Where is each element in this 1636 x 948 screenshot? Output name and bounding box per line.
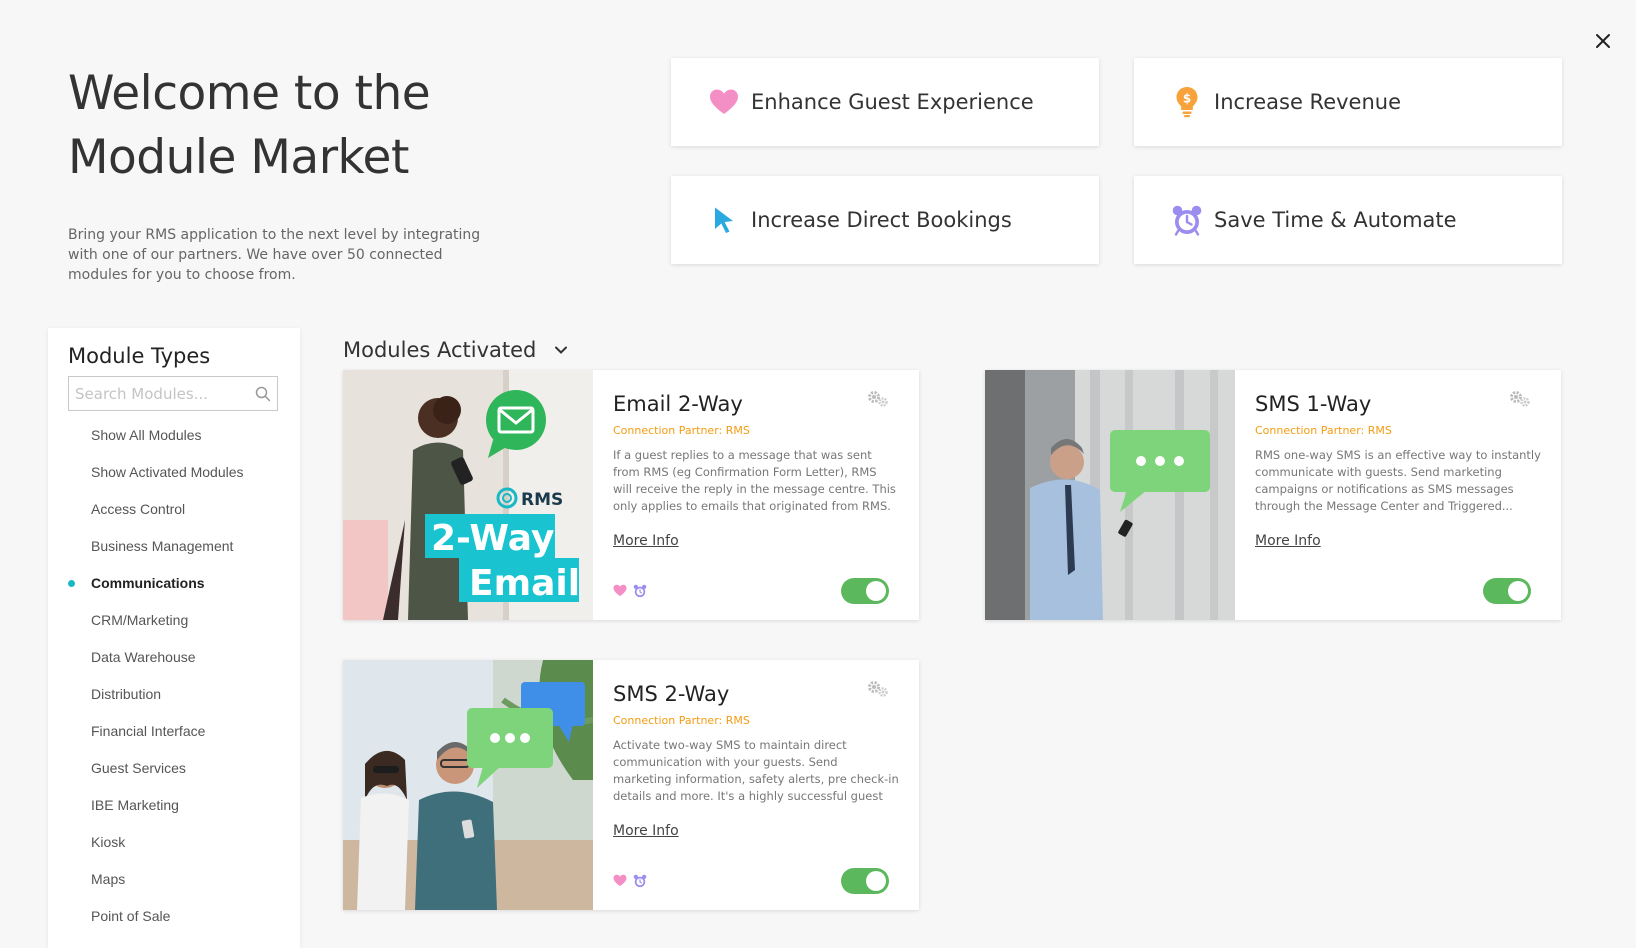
module-type-access-control[interactable]: Access Control (68, 497, 280, 534)
module-card-sms-2-way: SMS 2-Way Connection Partner: RMS Activa… (343, 660, 919, 910)
image-headline-line2: Email (469, 563, 580, 604)
goal-card-increase-revenue[interactable]: $ Increase Revenue (1134, 58, 1562, 146)
module-type-business-management[interactable]: Business Management (68, 534, 280, 571)
more-info-link[interactable]: More Info (1255, 533, 1321, 549)
module-type-show-activated[interactable]: Show Activated Modules (68, 460, 280, 497)
module-description: If a guest replies to a message that was… (613, 448, 896, 513)
toggle-knob (866, 581, 886, 601)
module-type-show-all[interactable]: Show All Modules (68, 423, 280, 460)
module-type-data-warehouse[interactable]: Data Warehouse (68, 645, 280, 682)
search-input[interactable] (75, 384, 245, 403)
module-types-sidebar: Module Types Show All Modules Show Activ… (48, 328, 300, 948)
activation-toggle[interactable] (1483, 578, 1531, 604)
module-type-label: Show Activated Modules (91, 464, 244, 480)
module-body: SMS 1-Way Connection Partner: RMS RMS on… (1235, 370, 1561, 620)
module-type-maps[interactable]: Maps (68, 867, 280, 904)
settings-gear-icon[interactable] (867, 390, 889, 408)
module-title: SMS 1-Way (1255, 392, 1372, 416)
page-title: Welcome to the Module Market (68, 62, 628, 190)
module-type-label: Business Management (91, 538, 234, 554)
module-partner: Connection Partner: RMS (1255, 424, 1392, 437)
goal-label: Enhance Guest Experience (751, 90, 1034, 114)
module-title: SMS 2-Way (613, 682, 730, 706)
goal-card-save-time-automate[interactable]: Save Time & Automate (1134, 176, 1562, 264)
search-box (68, 376, 278, 411)
page-title-line1: Welcome to the (68, 66, 431, 121)
heart-icon (613, 584, 627, 597)
module-description: RMS one-way SMS is an effective way to i… (1255, 448, 1541, 513)
module-body: SMS 2-Way Connection Partner: RMS Activa… (593, 660, 919, 910)
activation-toggle[interactable] (841, 868, 889, 894)
module-type-label: Maps (91, 871, 126, 887)
module-type-label: Show All Modules (91, 427, 202, 443)
module-image: RMS 2-Way Email (343, 370, 593, 620)
goal-label: Increase Direct Bookings (751, 208, 1012, 232)
toggle-knob (1508, 581, 1528, 601)
heart-icon (707, 85, 741, 119)
module-type-label: CRM/Marketing (91, 612, 189, 628)
module-tags (613, 584, 647, 598)
image-headline-line1: 2-Way (431, 518, 554, 559)
heart-icon (613, 874, 627, 887)
section-title: Modules Activated (343, 338, 537, 362)
module-title: Email 2-Way (613, 392, 743, 416)
goal-label: Increase Revenue (1214, 90, 1402, 114)
module-type-label: Data Warehouse (91, 649, 196, 665)
search-icon[interactable] (255, 386, 271, 402)
module-image (343, 660, 593, 910)
module-type-label: IBE Marketing (91, 797, 179, 813)
close-icon (1596, 34, 1610, 48)
image-brand-text: RMS (521, 490, 563, 510)
module-type-label: Access Control (91, 501, 186, 517)
sidebar-title: Module Types (68, 344, 211, 368)
module-type-label: Kiosk (91, 834, 126, 850)
module-body: Email 2-Way Connection Partner: RMS If a… (593, 370, 919, 620)
module-type-label: Point of Sale (91, 908, 171, 924)
module-type-label: Distribution (91, 686, 162, 702)
page-description: Bring your RMS application to the next l… (68, 227, 481, 283)
settings-gear-icon[interactable] (867, 680, 889, 698)
settings-gear-icon[interactable] (1509, 390, 1531, 408)
module-type-kiosk[interactable]: Kiosk (68, 830, 280, 867)
more-info-link[interactable]: More Info (613, 533, 679, 549)
close-button[interactable] (1590, 28, 1616, 54)
alarm-clock-icon (633, 584, 647, 598)
goal-card-enhance-guest-experience[interactable]: Enhance Guest Experience (671, 58, 1099, 146)
module-type-crm-marketing[interactable]: CRM/Marketing (68, 608, 280, 645)
module-type-financial-interface[interactable]: Financial Interface (68, 719, 280, 756)
goal-card-increase-direct-bookings[interactable]: Increase Direct Bookings (671, 176, 1099, 264)
module-type-communications[interactable]: Communications (68, 571, 280, 608)
chevron-down-icon (554, 345, 568, 355)
module-card-sms-1-way: SMS 1-Way Connection Partner: RMS RMS on… (985, 370, 1561, 620)
module-partner: Connection Partner: RMS (613, 714, 750, 727)
module-type-list: Show All Modules Show Activated Modules … (68, 423, 280, 941)
module-type-label: Communications (91, 575, 205, 591)
module-card-email-2-way: RMS 2-Way Email Email 2-Way Connection P… (343, 370, 919, 620)
module-type-ibe-marketing[interactable]: IBE Marketing (68, 793, 280, 830)
module-type-point-of-sale[interactable]: Point of Sale (68, 904, 280, 941)
module-partner: Connection Partner: RMS (613, 424, 750, 437)
alarm-clock-icon (1170, 203, 1204, 237)
module-type-label: Financial Interface (91, 723, 206, 739)
module-tags (613, 874, 647, 888)
module-description: Activate two-way SMS to maintain direct … (613, 738, 899, 803)
lightbulb-icon: $ (1170, 85, 1204, 119)
modules-activated-dropdown[interactable]: Modules Activated (343, 338, 568, 362)
module-type-guest-services[interactable]: Guest Services (68, 756, 280, 793)
module-image (985, 370, 1235, 620)
more-info-link[interactable]: More Info (613, 823, 679, 839)
toggle-knob (866, 871, 886, 891)
cursor-icon (707, 203, 741, 237)
alarm-clock-icon (633, 874, 647, 888)
module-type-distribution[interactable]: Distribution (68, 682, 280, 719)
active-indicator-dot (68, 580, 75, 587)
page-title-line2: Module Market (68, 130, 409, 185)
goal-label: Save Time & Automate (1214, 208, 1457, 232)
activation-toggle[interactable] (841, 578, 889, 604)
module-type-label: Guest Services (91, 760, 186, 776)
svg-text:$: $ (1183, 92, 1191, 106)
